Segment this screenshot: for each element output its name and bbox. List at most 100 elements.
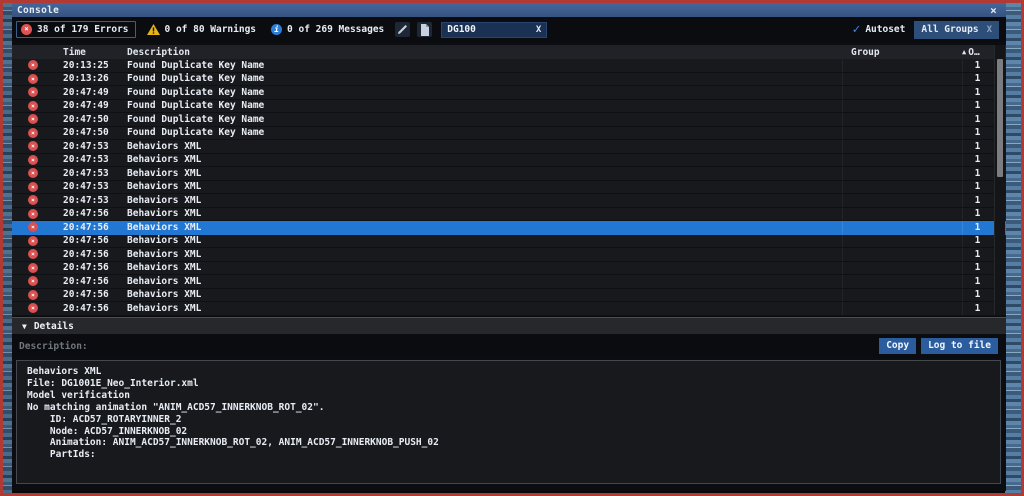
table-row[interactable]: × 20:47:56 Behaviors XML 1	[12, 289, 1006, 303]
table-row[interactable]: × 20:47:56 Behaviors XML 1	[12, 275, 1006, 289]
error-icon: ×	[21, 24, 32, 35]
row-time: 20:47:56	[54, 276, 118, 287]
table-row[interactable]: × 20:47:56 Behaviors XML 1	[12, 248, 1006, 262]
autoset-label: Autoset	[865, 24, 905, 35]
row-occurrences: 1	[962, 289, 992, 302]
row-description: Found Duplicate Key Name	[118, 87, 842, 98]
close-icon[interactable]: ×	[990, 5, 997, 16]
row-description: Behaviors XML	[118, 289, 842, 300]
console-window: Console × × 38 of 179 Errors 0 of 80 War…	[12, 3, 1006, 491]
log-to-file-button[interactable]: Log to file	[921, 338, 998, 354]
table-row[interactable]: × 20:47:50 Found Duplicate Key Name 1	[12, 113, 1006, 127]
table-row[interactable]: × 20:47:56 Behaviors XML 1	[12, 221, 1006, 235]
table-row[interactable]: × 20:47:50 Found Duplicate Key Name 1	[12, 127, 1006, 141]
row-occurrences: 1	[962, 235, 992, 248]
title-bar[interactable]: Console ×	[12, 3, 1006, 17]
row-time: 20:47:56	[54, 262, 118, 273]
chevron-down-icon: ▼	[22, 322, 27, 331]
row-occurrences: 1	[962, 248, 992, 261]
warnings-filter-button[interactable]: 0 of 80 Warnings	[143, 22, 261, 37]
row-icon-cell: ×	[12, 182, 54, 192]
header-group[interactable]: Group	[842, 47, 962, 58]
table-row[interactable]: × 20:47:53 Behaviors XML 1	[12, 154, 1006, 168]
row-icon-cell: ×	[12, 101, 54, 111]
copy-log-button[interactable]	[417, 22, 432, 37]
row-group	[842, 221, 962, 234]
table-row[interactable]: × 20:47:56 Behaviors XML 1	[12, 262, 1006, 276]
row-description: Behaviors XML	[118, 276, 842, 287]
error-icon: ×	[28, 168, 38, 178]
checkmark-icon: ✓	[853, 23, 861, 36]
description-row: Description: Copy Log to file	[12, 334, 1006, 358]
error-icon: ×	[28, 114, 38, 124]
row-description: Found Duplicate Key Name	[118, 73, 842, 84]
header-occurrences[interactable]: ▲O…	[962, 47, 992, 58]
error-icon: ×	[28, 128, 38, 138]
copy-button[interactable]: Copy	[879, 338, 916, 354]
table-row[interactable]: × 20:47:53 Behaviors XML 1	[12, 194, 1006, 208]
row-group	[842, 194, 962, 207]
error-icon: ×	[28, 182, 38, 192]
messages-filter-button[interactable]: i 0 of 269 Messages	[267, 22, 388, 37]
error-icon: ×	[28, 290, 38, 300]
row-time: 20:47:56	[54, 222, 118, 233]
row-description: Behaviors XML	[118, 222, 842, 233]
row-icon-cell: ×	[12, 60, 54, 70]
clear-search-icon[interactable]: X	[536, 25, 541, 35]
description-label: Description:	[19, 341, 88, 352]
sort-ascending-icon: ▲	[962, 48, 966, 56]
row-icon-cell: ×	[12, 141, 54, 151]
details-line: Model verification	[27, 390, 990, 402]
row-time: 20:47:56	[54, 208, 118, 219]
table-row[interactable]: × 20:47:56 Behaviors XML 1	[12, 302, 1006, 316]
table-row[interactable]: × 20:13:25 Found Duplicate Key Name 1	[12, 59, 1006, 73]
search-input[interactable]	[447, 24, 532, 35]
details-line: Animation: ANIM_ACD57_INNERKNOB_ROT_02, …	[27, 437, 990, 449]
details-line: File: DG1001E_Neo_Interior.xml	[27, 378, 990, 390]
row-occurrences: 1	[962, 262, 992, 275]
details-text-area[interactable]: Behaviors XMLFile: DG1001E_Neo_Interior.…	[16, 360, 1001, 484]
row-time: 20:47:53	[54, 141, 118, 152]
row-description: Found Duplicate Key Name	[118, 100, 842, 111]
scrollbar-thumb[interactable]	[997, 59, 1003, 177]
row-description: Found Duplicate Key Name	[118, 114, 842, 125]
row-group	[842, 248, 962, 261]
row-time: 20:47:56	[54, 303, 118, 314]
details-section-header[interactable]: ▼ Details	[12, 317, 1006, 334]
table-row[interactable]: × 20:47:53 Behaviors XML 1	[12, 181, 1006, 195]
row-icon-cell: ×	[12, 236, 54, 246]
groups-dropdown[interactable]: All Groups X	[914, 21, 999, 39]
row-icon-cell: ×	[12, 276, 54, 286]
table-row[interactable]: × 20:13:26 Found Duplicate Key Name 1	[12, 73, 1006, 87]
error-icon: ×	[28, 236, 38, 246]
vertical-scrollbar[interactable]	[994, 45, 1005, 315]
table-row[interactable]: × 20:47:56 Behaviors XML 1	[12, 235, 1006, 249]
header-time[interactable]: Time	[54, 47, 118, 58]
row-time: 20:47:56	[54, 289, 118, 300]
row-description: Behaviors XML	[118, 141, 842, 152]
row-occurrences: 1	[962, 59, 992, 72]
table-row[interactable]: × 20:47:53 Behaviors XML 1	[12, 140, 1006, 154]
table-row[interactable]: × 20:47:49 Found Duplicate Key Name 1	[12, 86, 1006, 100]
clear-groups-icon[interactable]: X	[987, 25, 992, 35]
error-icon: ×	[28, 155, 38, 165]
table-row[interactable]: × 20:47:49 Found Duplicate Key Name 1	[12, 100, 1006, 114]
row-occurrences: 1	[962, 154, 992, 167]
error-icon: ×	[28, 101, 38, 111]
clear-console-button[interactable]	[395, 22, 410, 37]
error-icon: ×	[28, 209, 38, 219]
row-icon-cell: ×	[12, 114, 54, 124]
row-occurrences: 1	[962, 86, 992, 99]
row-description: Behaviors XML	[118, 235, 842, 246]
row-group	[842, 167, 962, 180]
errors-filter-button[interactable]: × 38 of 179 Errors	[16, 21, 136, 38]
row-icon-cell: ×	[12, 263, 54, 273]
pencil-icon	[397, 24, 408, 35]
header-description[interactable]: Description	[118, 47, 842, 58]
table-row[interactable]: × 20:47:56 Behaviors XML 1	[12, 208, 1006, 222]
row-group	[842, 208, 962, 221]
row-occurrences: 1	[962, 167, 992, 180]
details-line: ID: ACD57_ROTARYINNER_2	[27, 414, 990, 426]
table-row[interactable]: × 20:47:53 Behaviors XML 1	[12, 167, 1006, 181]
autoset-checkbox[interactable]: ✓ Autoset	[853, 23, 906, 36]
